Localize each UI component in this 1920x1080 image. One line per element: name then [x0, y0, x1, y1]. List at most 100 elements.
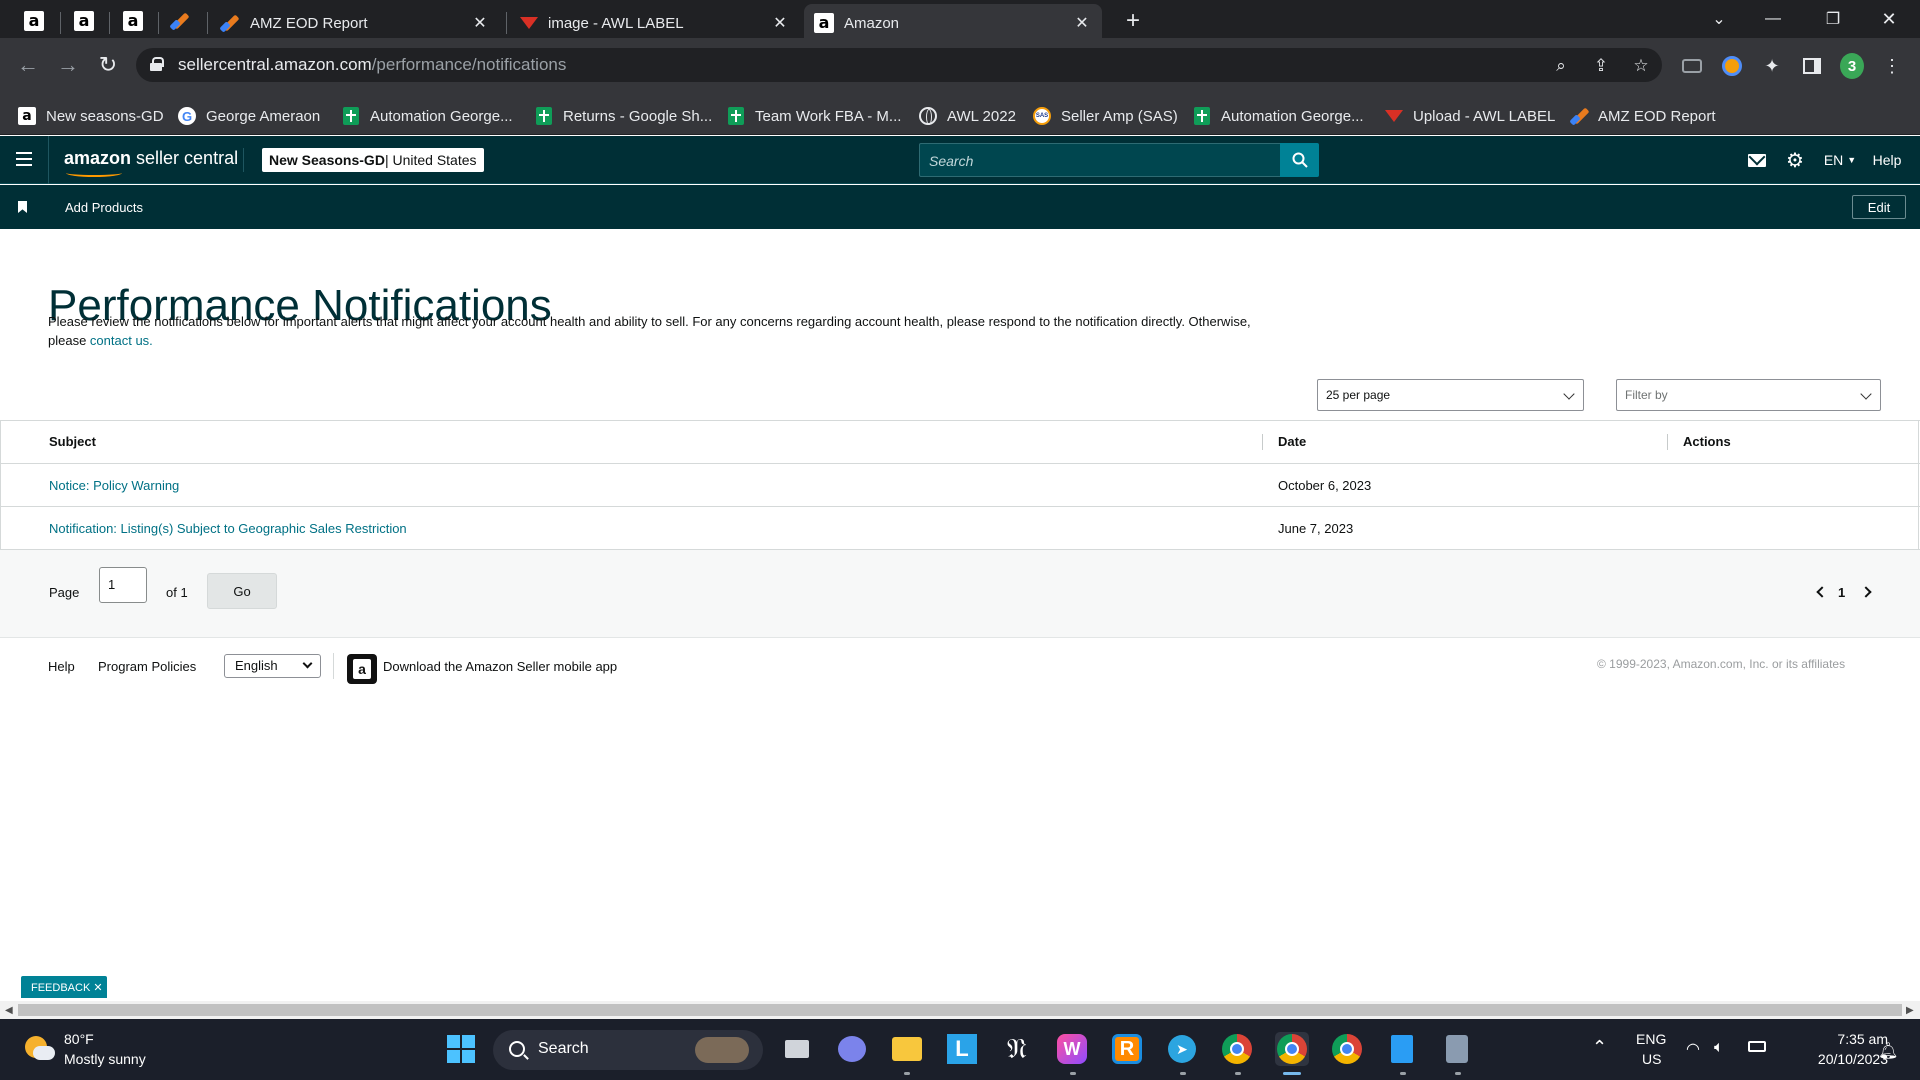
file-explorer-icon[interactable]	[890, 1032, 924, 1066]
side-panel-icon[interactable]	[1800, 54, 1824, 78]
restore-button[interactable]: ❐	[1810, 0, 1856, 38]
wifi-icon[interactable]: ◠	[1686, 1039, 1700, 1059]
contact-us-link[interactable]: contact us.	[90, 333, 153, 348]
close-tab-icon[interactable]: ✕	[470, 13, 490, 33]
pinned-tab-amazon-2[interactable]: a	[62, 4, 106, 38]
sheets-icon	[728, 107, 744, 125]
go-button[interactable]: Go	[207, 573, 277, 609]
bookmark-automation-2[interactable]: Automation George...	[1193, 104, 1364, 128]
weather-description[interactable]: Mostly sunny	[64, 1051, 146, 1067]
bookmark-automation-1[interactable]: Automation George...	[342, 104, 513, 128]
help-link[interactable]: Help	[1870, 150, 1904, 170]
bookmark-amz-eod[interactable]: AMZ EOD Report	[1570, 104, 1716, 128]
notification-subject-link[interactable]: Notice: Policy Warning	[49, 478, 179, 493]
bookmark-icon[interactable]	[18, 201, 27, 213]
reload-icon[interactable]: ↻	[94, 51, 122, 79]
close-tab-icon[interactable]: ✕	[1072, 13, 1092, 33]
new-tab-button[interactable]: +	[1118, 6, 1148, 36]
minimize-button[interactable]: —	[1750, 0, 1796, 38]
pinned-tab-amazon-3[interactable]: a	[111, 4, 155, 38]
page-number-input[interactable]: 1	[99, 567, 147, 603]
close-window-button[interactable]: ✕	[1866, 0, 1912, 38]
mail-icon[interactable]	[1748, 150, 1766, 170]
bookmark-george-ameraon[interactable]: G George Ameraon	[178, 104, 320, 128]
app-w-icon[interactable]: W	[1055, 1032, 1089, 1066]
edit-button[interactable]: Edit	[1852, 195, 1906, 219]
footer-help-link[interactable]: Help	[48, 659, 75, 674]
pinned-tab-report[interactable]	[158, 4, 202, 38]
more-menu-icon[interactable]: ⋮	[1880, 54, 1904, 78]
pinned-tab-amazon-1[interactable]: a	[12, 4, 56, 38]
teams-chat-icon[interactable]	[835, 1032, 869, 1066]
program-policies-link[interactable]: Program Policies	[98, 659, 196, 674]
clock-time[interactable]: 7:35 am	[1808, 1031, 1888, 1047]
seller-central-logo[interactable]: amazon seller central	[64, 148, 238, 169]
previous-page-icon[interactable]	[1816, 586, 1828, 598]
task-view-icon[interactable]	[780, 1032, 814, 1066]
account-switcher[interactable]: New Seasons-GD | United States	[262, 148, 484, 172]
tab-amz-eod-report[interactable]: AMZ EOD Report ✕	[210, 4, 500, 42]
show-hidden-icons-chevron-icon[interactable]: ⌃	[1592, 1037, 1607, 1058]
column-header-subject[interactable]: Subject	[49, 434, 96, 449]
language-selector[interactable]: EN ▼	[1822, 150, 1858, 170]
footer-language-select[interactable]: English	[224, 654, 321, 678]
extension-off-icon[interactable]	[1680, 54, 1704, 78]
notification-subject-link[interactable]: Notification: Listing(s) Subject to Geog…	[49, 521, 407, 536]
bookmark-upload-awl[interactable]: Upload - AWL LABEL	[1385, 104, 1555, 128]
forward-arrow-icon[interactable]: →	[54, 51, 82, 79]
weather-temperature[interactable]: 80°F	[64, 1031, 94, 1047]
input-language-bottom[interactable]: US	[1642, 1051, 1661, 1067]
extension-circle-icon[interactable]	[1720, 54, 1744, 78]
calculator-icon[interactable]	[1440, 1032, 1474, 1066]
chrome-active-icon[interactable]	[1275, 1032, 1309, 1066]
bookmark-returns[interactable]: Returns - Google Sh...	[535, 104, 712, 128]
current-page-number[interactable]: 1	[1838, 585, 1845, 600]
chrome-profile-icon[interactable]	[1330, 1032, 1364, 1066]
bookmark-awl-2022[interactable]: AWL 2022	[919, 104, 1016, 128]
battery-icon[interactable]	[1748, 1041, 1766, 1052]
app-l-icon[interactable]: L	[945, 1032, 979, 1066]
weather-sun-cloud-icon[interactable]	[25, 1036, 55, 1064]
notification-bell-icon[interactable]: 🔔︎	[1878, 1041, 1898, 1061]
scrollbar-thumb[interactable]	[18, 1004, 1902, 1016]
notion-like-icon[interactable]: 𝔑	[1000, 1032, 1034, 1066]
tab-amazon-active[interactable]: a Amazon ✕	[804, 4, 1102, 42]
filter-by-select[interactable]: Filter by	[1616, 379, 1881, 411]
zoom-icon[interactable]: ⌕	[1550, 55, 1572, 77]
per-page-select[interactable]: 25 per page	[1317, 379, 1584, 411]
download-app-link[interactable]: Download the Amazon Seller mobile app	[383, 659, 617, 674]
windows-start-icon[interactable]	[447, 1035, 475, 1063]
telegram-icon[interactable]: ➤	[1165, 1032, 1199, 1066]
chevron-down-icon	[302, 658, 313, 669]
column-header-date[interactable]: Date	[1278, 434, 1306, 449]
address-bar[interactable]: sellercentral.amazon.com/performance/not…	[136, 48, 1662, 82]
bookmark-team-work-fba[interactable]: Team Work FBA - M...	[727, 104, 901, 128]
amazon-seller-app-icon[interactable]: a	[347, 654, 377, 684]
tab-search-chevron-icon[interactable]: ⌄	[1696, 0, 1742, 38]
chrome-icon[interactable]	[1220, 1032, 1254, 1066]
volume-icon[interactable]: 🔈︎	[1714, 1039, 1724, 1057]
notepad-icon[interactable]	[1385, 1032, 1419, 1066]
table-row: Notice: Policy Warning October 6, 2023	[0, 464, 1920, 507]
search-button[interactable]	[1280, 143, 1319, 177]
search-input[interactable]: Search	[919, 143, 1281, 177]
input-language-top[interactable]: ENG	[1636, 1031, 1666, 1047]
add-products-link[interactable]: Add Products	[65, 200, 143, 215]
share-icon[interactable]: ⇪	[1590, 55, 1612, 77]
close-tab-icon[interactable]: ✕	[770, 13, 790, 33]
clock-date[interactable]: 20/10/2023	[1788, 1051, 1888, 1067]
horizontal-scrollbar[interactable]: ◀ ▶	[0, 1001, 1920, 1019]
next-page-icon[interactable]	[1860, 586, 1872, 598]
bookmark-seller-amp[interactable]: SAS Seller Amp (SAS)	[1033, 104, 1178, 128]
back-arrow-icon[interactable]: ←	[14, 51, 42, 79]
profile-avatar[interactable]: 3	[1840, 53, 1864, 79]
bookmark-star-icon[interactable]: ☆	[1630, 55, 1652, 77]
hamburger-menu-icon[interactable]	[16, 152, 32, 166]
app-r-icon[interactable]: R	[1110, 1032, 1144, 1066]
tab-awl-label[interactable]: image - AWL LABEL ✕	[510, 4, 800, 42]
taskbar-search[interactable]: Search	[493, 1030, 763, 1070]
settings-gear-icon[interactable]: ⚙	[1784, 150, 1806, 172]
bookmark-new-seasons[interactable]: a New seasons-GD	[18, 104, 164, 128]
extensions-puzzle-icon[interactable]: ✦	[1760, 54, 1784, 78]
feedback-button[interactable]: FEEDBACK ✕	[21, 976, 107, 998]
